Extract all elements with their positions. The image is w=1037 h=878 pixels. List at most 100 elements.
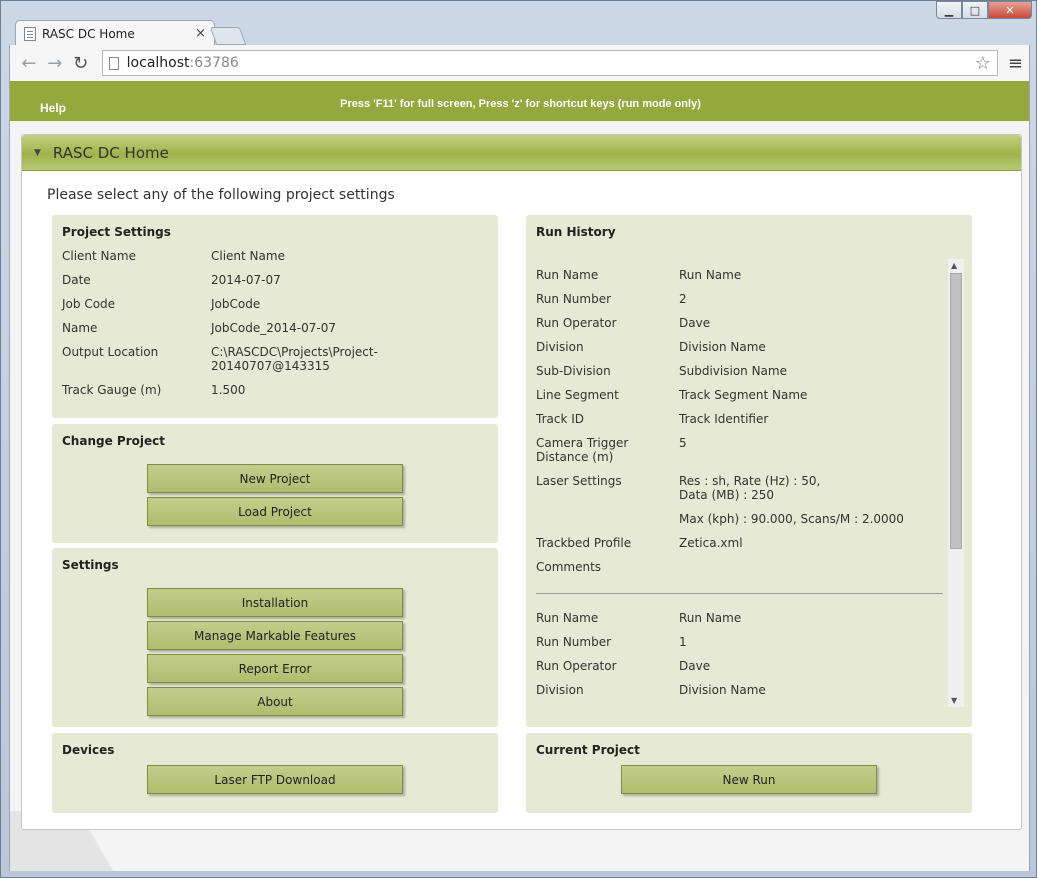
project-settings-box: Project Settings Client Name Client Name… xyxy=(52,215,498,418)
field-label: Track ID xyxy=(536,412,584,426)
field-value: JobCode xyxy=(211,297,261,311)
field-value: Zetica.xml xyxy=(679,536,743,550)
devices-title: Devices xyxy=(62,743,115,757)
bookmark-star-icon[interactable]: ☆ xyxy=(975,53,991,74)
field-value: Dave xyxy=(679,316,711,330)
division-row: Division Division Name xyxy=(536,340,946,354)
new-project-button[interactable]: New Project xyxy=(147,464,403,493)
close-window-button[interactable]: ✕ xyxy=(988,1,1032,19)
panel-intro: Please select any of the following proje… xyxy=(47,187,395,203)
field-label: Client Name xyxy=(62,249,136,263)
project-settings-title: Project Settings xyxy=(62,225,171,239)
scroll-down-icon[interactable]: ▼ xyxy=(951,696,957,705)
run-number-row: Run Number 2 xyxy=(536,292,946,306)
run-divider xyxy=(536,593,943,594)
output-location-line1: C:\RASCDC\Projects\Project- xyxy=(211,345,378,359)
about-button[interactable]: About xyxy=(147,687,403,716)
collapse-caret-icon[interactable]: ▼ xyxy=(34,148,41,158)
field-label: Sub-Division xyxy=(536,364,611,378)
field-value: 1.500 xyxy=(211,383,246,397)
field-label: Division xyxy=(536,340,584,354)
subdivision-row: Sub-Division Subdivision Name xyxy=(536,364,946,378)
division-row: Division Division Name xyxy=(536,683,946,697)
panel-title: RASC DC Home xyxy=(52,143,169,162)
address-bar[interactable]: localhost :63786 ☆ xyxy=(101,50,998,76)
forward-icon[interactable]: → xyxy=(42,50,68,76)
new-tab-button[interactable] xyxy=(209,27,247,45)
field-label: Laser Settings xyxy=(536,474,622,488)
load-project-button[interactable]: Load Project xyxy=(147,497,403,526)
run-operator-row: Run Operator Dave xyxy=(536,316,946,330)
laser-max-row: Max (kph) : 90.000, Scans/M : 2.0000 xyxy=(536,512,946,526)
field-label: Date xyxy=(62,273,91,287)
field-label: Run Name xyxy=(536,268,599,282)
laser-ftp-download-button[interactable]: Laser FTP Download xyxy=(147,765,403,794)
date-row: Date 2014-07-07 xyxy=(62,273,482,287)
run-name-row: Run Name Run Name xyxy=(536,611,946,625)
new-run-button[interactable]: New Run xyxy=(621,765,877,794)
field-value: Division Name xyxy=(679,340,766,354)
field-value: 5 xyxy=(679,436,687,450)
run-history-title: Run History xyxy=(536,225,616,239)
field-label: Name xyxy=(62,321,98,335)
shortcut-hint: Press 'F11' for full screen, Press 'z' f… xyxy=(340,98,701,110)
installation-button[interactable]: Installation xyxy=(147,588,403,617)
line-segment-row: Line Segment Track Segment Name xyxy=(536,388,946,402)
field-value: Run Name xyxy=(679,611,742,625)
scroll-up-icon[interactable]: ▲ xyxy=(951,261,957,270)
settings-box: Settings Installation Manage Markable Fe… xyxy=(52,548,498,727)
field-value: Track Identifier xyxy=(679,412,769,426)
url-host: localhost xyxy=(126,55,190,71)
run-operator-row: Run Operator Dave xyxy=(536,659,946,673)
page-favicon-icon xyxy=(24,26,36,41)
field-label: Run Operator xyxy=(536,316,617,330)
browser-window: RASC DC Home × ▁ □ ✕ ← → ↻ localhost :63… xyxy=(0,0,1037,878)
track-id-row: Track ID Track Identifier xyxy=(536,412,946,426)
field-value: Run Name xyxy=(679,268,742,282)
back-icon[interactable]: ← xyxy=(16,50,42,76)
page-icon xyxy=(108,56,119,70)
maximize-button[interactable]: □ xyxy=(962,1,988,19)
scroll-thumb[interactable] xyxy=(950,273,962,549)
output-location-line2: 20140707@143315 xyxy=(211,359,330,373)
field-label: Run Name xyxy=(536,611,599,625)
field-value: Client Name xyxy=(211,249,285,263)
camera-label-line1: Camera Trigger xyxy=(536,436,629,450)
field-label: Trackbed Profile xyxy=(536,536,632,550)
comments-row: Comments xyxy=(536,560,946,574)
field-value: 2014-07-07 xyxy=(211,273,281,287)
panel-header[interactable]: ▼ RASC DC Home xyxy=(22,135,1021,171)
devices-box: Devices Laser FTP Download xyxy=(52,733,498,813)
field-label: Run Number xyxy=(536,635,612,649)
field-label: Output Location xyxy=(62,345,159,359)
minimize-button[interactable]: ▁ xyxy=(936,1,962,19)
field-value: JobCode_2014-07-07 xyxy=(211,321,336,335)
field-label: Division xyxy=(536,683,584,697)
manage-markable-features-button[interactable]: Manage Markable Features xyxy=(147,621,403,650)
field-label: Job Code xyxy=(62,297,116,311)
field-value: 2 xyxy=(679,292,687,306)
tab-strip: RASC DC Home × xyxy=(9,17,1029,46)
tab-close-icon[interactable]: × xyxy=(195,26,206,41)
field-value: Res : sh, Rate (Hz) : 50, Data (MB) : 25… xyxy=(679,474,946,502)
tab-title: RASC DC Home xyxy=(42,26,135,41)
camera-trigger-row: Camera Trigger Distance (m) 5 xyxy=(536,436,946,464)
trackbed-profile-row: Trackbed Profile Zetica.xml xyxy=(536,536,946,550)
laser-line1: Res : sh, Rate (Hz) : 50, xyxy=(679,474,821,488)
report-error-button[interactable]: Report Error xyxy=(147,654,403,683)
reload-icon[interactable]: ↻ xyxy=(68,50,94,76)
run-name-row: Run Name Run Name xyxy=(536,268,946,282)
browser-tab[interactable]: RASC DC Home × xyxy=(15,20,215,46)
field-value: Division Name xyxy=(679,683,766,697)
laser-settings-row: Laser Settings Res : sh, Rate (Hz) : 50,… xyxy=(536,474,946,502)
menu-icon[interactable]: ≡ xyxy=(1008,53,1023,74)
client-name-row: Client Name Client Name xyxy=(62,249,482,263)
browser-toolbar: ← → ↻ localhost :63786 ☆ ≡ xyxy=(9,45,1030,81)
field-value: Subdivision Name xyxy=(679,364,787,378)
change-project-title: Change Project xyxy=(62,434,165,448)
run-history-list[interactable]: Run Name Run Name Run Number 2 Run Opera… xyxy=(526,259,946,707)
run-history-scrollbar[interactable]: ▲ ▼ xyxy=(948,259,964,707)
output-location-row: Output Location C:\RASCDC\Projects\Proje… xyxy=(62,345,482,373)
settings-title: Settings xyxy=(62,558,119,572)
home-panel: ▼ RASC DC Home Please select any of the … xyxy=(21,134,1022,830)
